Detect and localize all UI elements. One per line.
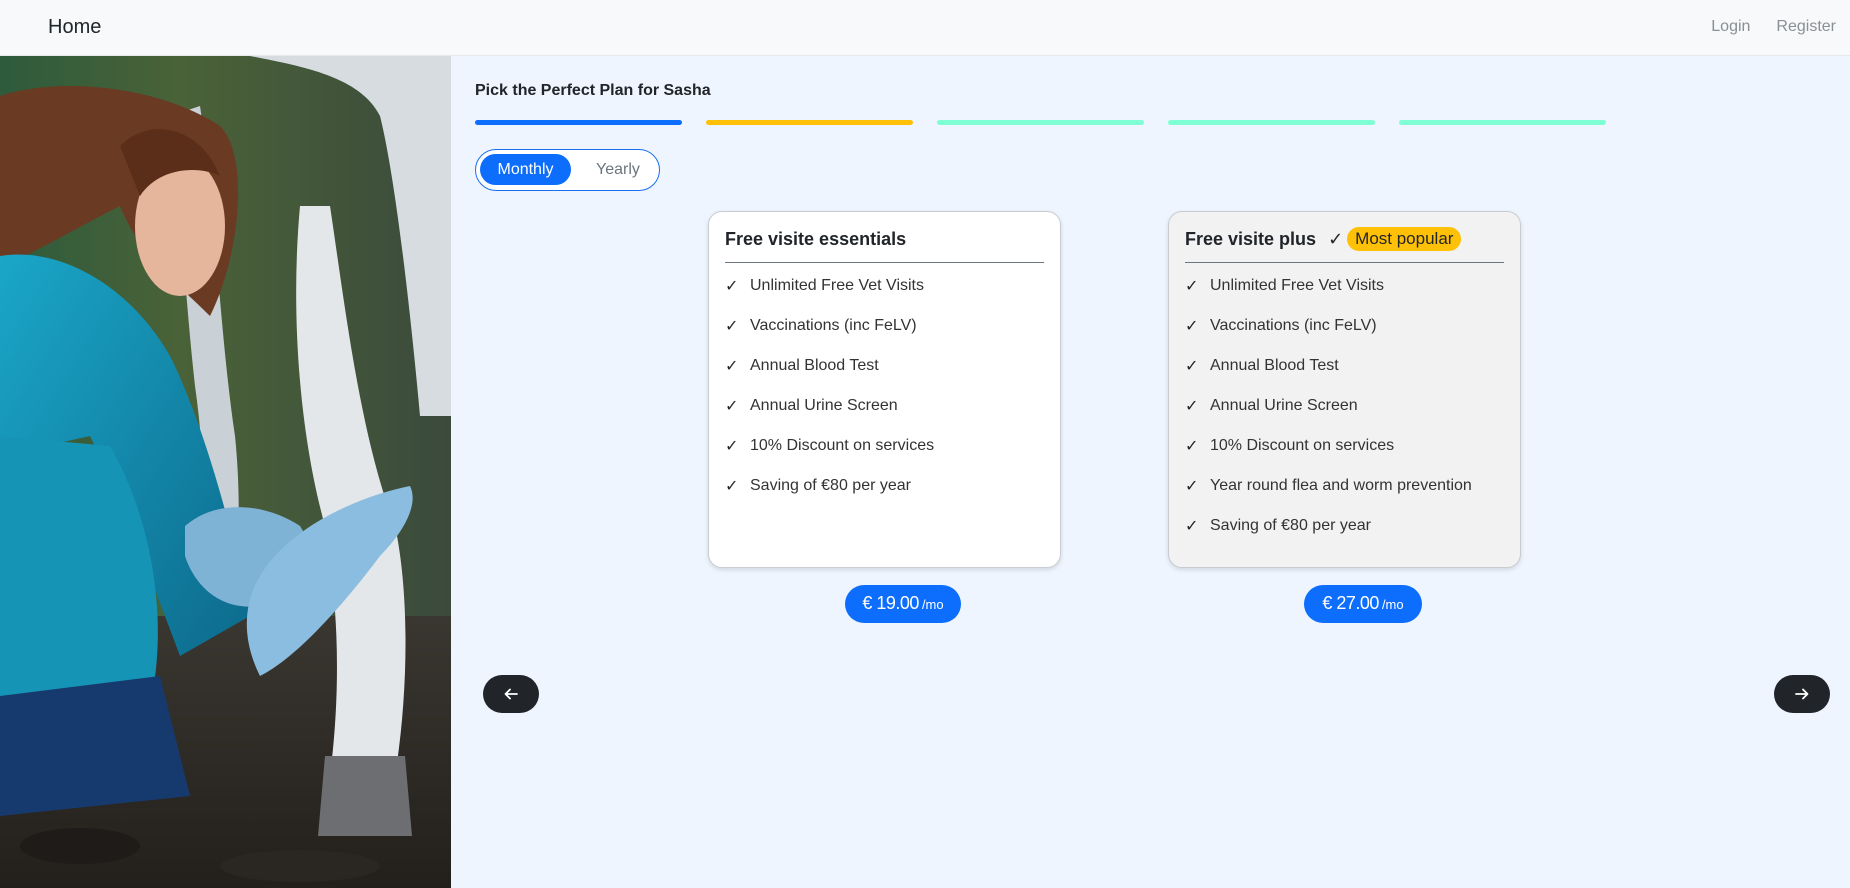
check-icon: ✓: [1185, 478, 1199, 495]
plan-card-essentials[interactable]: Free visite essentials ✓ Unlimited Free V…: [708, 211, 1061, 568]
most-popular-badge: Most popular: [1347, 227, 1462, 251]
arrow-right-icon: [1795, 688, 1809, 700]
price-badge-essentials[interactable]: € 19.00 /mo: [845, 585, 961, 623]
price-amount: € 27.00: [1322, 593, 1379, 613]
feature-item: ✓ Year round flea and worm prevention: [1185, 477, 1472, 495]
hero-image: [0, 56, 451, 888]
register-link[interactable]: Register: [1776, 18, 1836, 36]
plan-header: Free visite essentials: [725, 212, 1044, 263]
plan-card-plus[interactable]: Free visite plus ✓ Most popular ✓ Unlimit…: [1168, 211, 1521, 568]
progress-step-1: [475, 120, 682, 125]
feature-item: ✓ Saving of €80 per year: [1185, 517, 1371, 535]
monthly-option[interactable]: Monthly: [480, 154, 571, 185]
page-title: Pick the Perfect Plan for Sasha: [475, 82, 711, 99]
check-icon: ✓: [725, 358, 739, 375]
feature-item: ✓ Unlimited Free Vet Visits: [725, 277, 924, 295]
feature-item: ✓ Vaccinations (inc FeLV): [1185, 317, 1377, 335]
price-period: /mo: [1381, 597, 1404, 612]
login-link[interactable]: Login: [1711, 18, 1750, 36]
step-progress: [475, 120, 1606, 125]
plan-header: Free visite plus ✓ Most popular: [1185, 212, 1504, 263]
billing-toggle: Monthly Yearly: [475, 149, 660, 191]
progress-step-4: [1168, 120, 1375, 125]
check-icon: ✓: [1185, 398, 1199, 415]
check-icon: ✓: [725, 278, 739, 295]
feature-item: ✓ Unlimited Free Vet Visits: [1185, 277, 1384, 295]
price-amount: € 19.00: [862, 593, 919, 613]
check-icon: ✓: [1185, 278, 1199, 295]
progress-step-3: [937, 120, 1144, 125]
check-icon: ✓: [1328, 228, 1344, 249]
feature-item: ✓ Annual Urine Screen: [1185, 397, 1358, 415]
feature-list: ✓ Unlimited Free Vet Visits ✓ Vaccinations…: [1185, 263, 1504, 546]
progress-step-5: [1399, 120, 1606, 125]
top-navbar: Home Login Register: [0, 0, 1850, 56]
arrow-left-icon: [504, 688, 518, 700]
next-button[interactable]: [1774, 675, 1830, 713]
previous-button[interactable]: [483, 675, 539, 713]
feature-item: ✓ 10% Discount on services: [1185, 437, 1395, 455]
check-icon: ✓: [1185, 358, 1199, 375]
plan-name: Free visite essentials: [725, 228, 907, 249]
feature-item: ✓ Annual Blood Test: [725, 357, 879, 375]
plan-selection-panel: Pick the Perfect Plan for Sasha Monthly …: [451, 56, 1850, 888]
price-badge-plus[interactable]: € 27.00 /mo: [1304, 585, 1422, 623]
nav-links: Login Register: [1711, 18, 1836, 36]
progress-step-2: [706, 120, 913, 125]
feature-item: ✓ 10% Discount on services: [725, 437, 935, 455]
check-icon: ✓: [725, 318, 739, 335]
feature-item: ✓ Annual Urine Screen: [725, 397, 898, 415]
feature-list: ✓ Unlimited Free Vet Visits ✓ Vaccinations…: [725, 263, 1044, 506]
feature-item: ✓ Vaccinations (inc FeLV): [725, 317, 917, 335]
yearly-option[interactable]: Yearly: [586, 154, 650, 185]
check-icon: ✓: [1185, 318, 1199, 335]
feature-item: ✓ Saving of €80 per year: [725, 477, 911, 495]
feature-item: ✓ Annual Blood Test: [1185, 357, 1339, 375]
check-icon: ✓: [725, 438, 739, 455]
check-icon: ✓: [725, 478, 739, 495]
check-icon: ✓: [725, 398, 739, 415]
plan-name: Free visite plus: [1185, 228, 1317, 249]
home-link[interactable]: Home: [48, 16, 101, 39]
check-icon: ✓: [1185, 438, 1199, 455]
check-icon: ✓: [1185, 518, 1199, 535]
price-period: /mo: [921, 597, 944, 612]
